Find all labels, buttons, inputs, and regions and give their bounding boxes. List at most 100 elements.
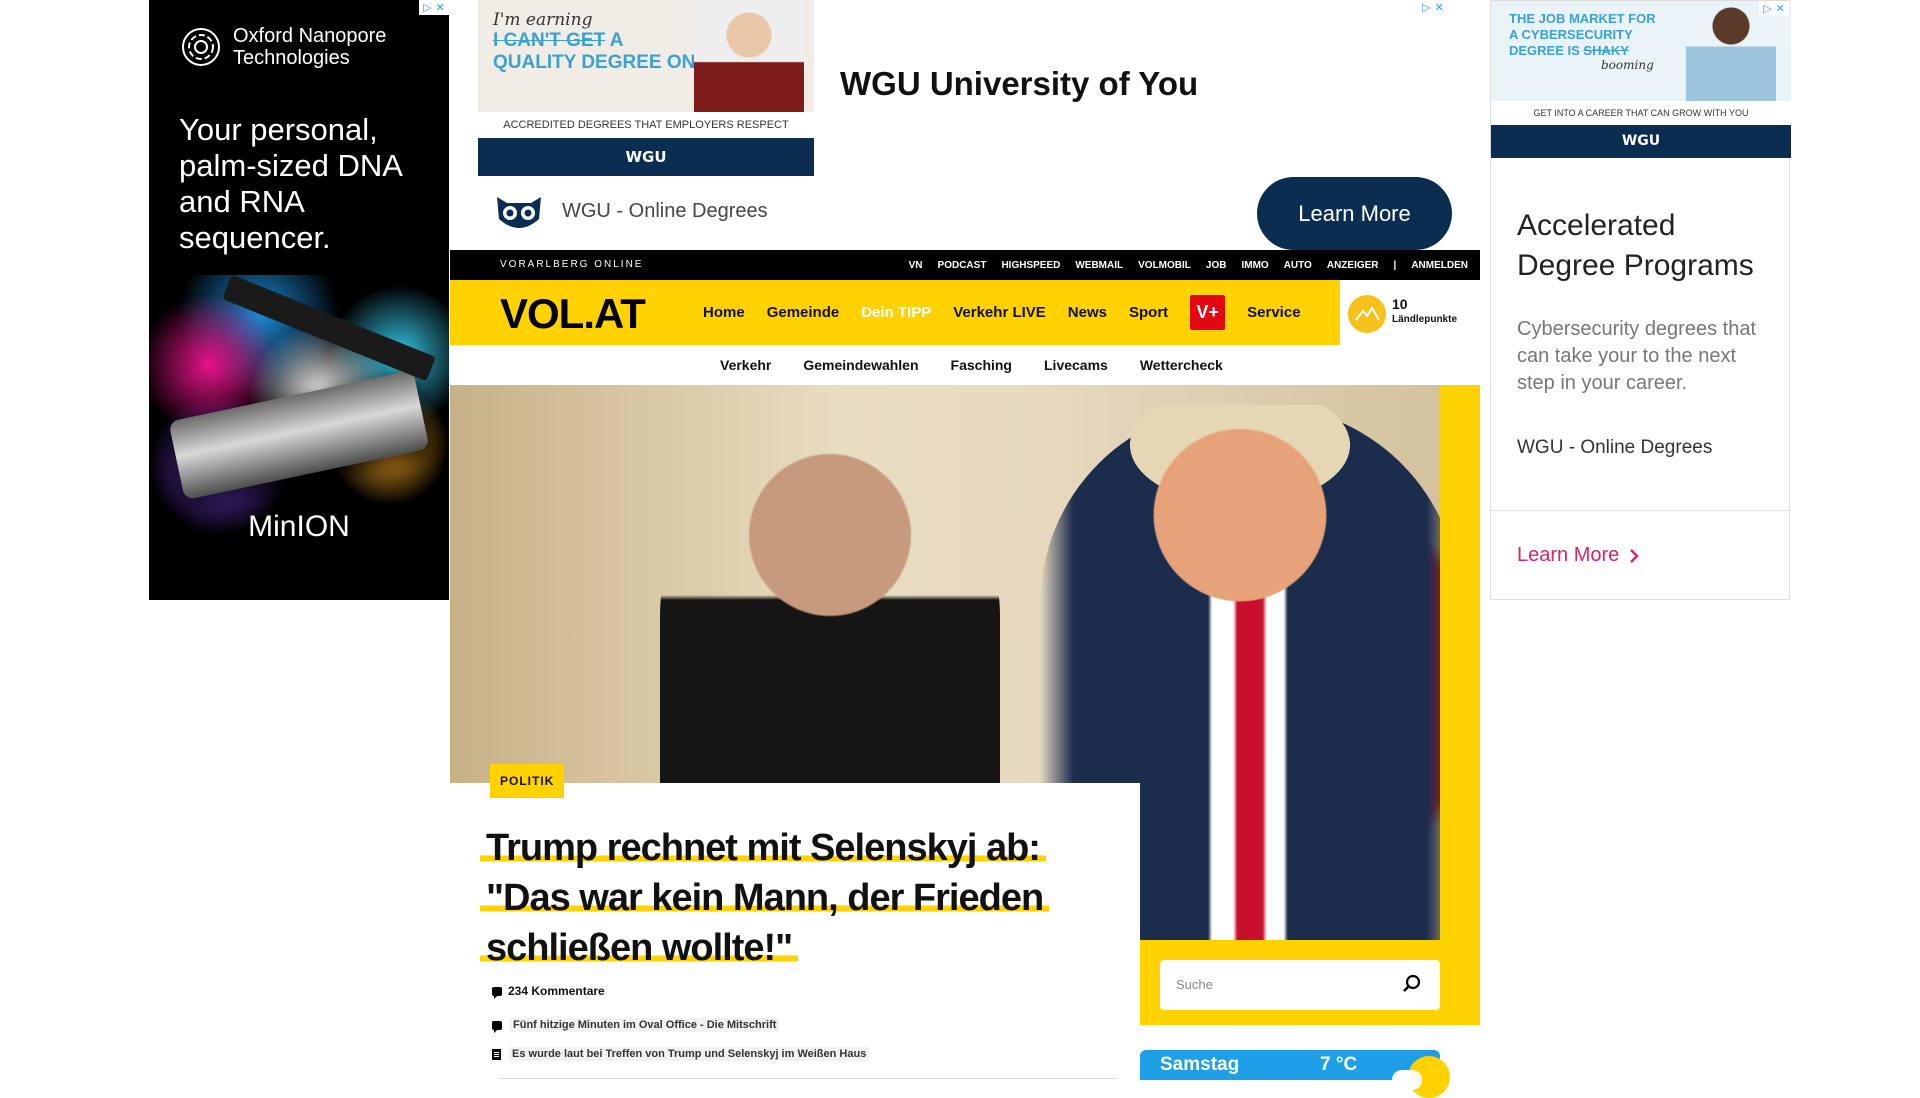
ad-creative-image[interactable]: THE JOB MARKET FOR A CYBERSECURITY DEGRE… <box>1491 1 1791 158</box>
ad-divider <box>1491 510 1789 511</box>
creative-getinto: GET INTO A CAREER THAT CAN GROW WITH YOU <box>1491 101 1791 125</box>
weather-widget[interactable]: Samstag 7 °C <box>1140 1050 1450 1098</box>
sub-nav-items: Verkehr Gemeindewahlen Fasching Livecams… <box>720 345 1223 385</box>
nav-item-dein-tipp[interactable]: Dein TIPP <box>861 304 931 321</box>
site-name[interactable]: VORARLBERG ONLINE <box>500 250 643 280</box>
site-top-bar: VORARLBERG ONLINE VN PODCAST HIGHSPEED W… <box>450 250 1480 280</box>
document-icon <box>492 1048 501 1060</box>
comments-count: 234 Kommentare <box>508 984 605 998</box>
learn-more-link[interactable]: Learn More <box>1517 544 1640 567</box>
creative-accredited: ACCREDITED DEGREES THAT EMPLOYERS RESPEC… <box>478 112 814 138</box>
ad-brand-line1: Oxford Nanopore <box>233 25 387 47</box>
points-value: 10 <box>1392 296 1408 312</box>
sequencer-lid <box>222 274 436 382</box>
ad-description: Cybersecurity degrees that can take your… <box>1517 318 1757 394</box>
top-link-auto[interactable]: AUTO <box>1284 260 1312 271</box>
top-link-volmobil[interactable]: VOLMOBIL <box>1138 260 1191 271</box>
top-link-anzeiger[interactable]: ANZEIGER <box>1327 260 1379 271</box>
article-title[interactable]: Trump rechnet mit Selenskyj ab: "Das war… <box>480 823 1130 973</box>
nav-item-sport[interactable]: Sport <box>1129 304 1168 321</box>
related-link-text: Fünf hitzige Minuten im Oval Office - Di… <box>510 1018 780 1032</box>
ad-advertiser: WGU - Online Degrees <box>1517 437 1713 458</box>
ad-creative-image[interactable]: I'm earning I CAN'T GET A QUALITY DEGREE… <box>478 0 814 176</box>
sub-nav: Verkehr Gemeindewahlen Fasching Livecams… <box>450 345 1480 385</box>
creative-struck: SHAKY <box>1583 43 1629 58</box>
oxford-nanopore-logo-icon <box>182 28 220 66</box>
ad-tagline: Your personal, palm-sized DNA and RNA se… <box>179 112 402 255</box>
ad-product-name: MinION <box>248 510 350 543</box>
creative-text: THE JOB MARKET FOR A CYBERSECURITY DEGRE… <box>1509 11 1659 59</box>
owl-logo-icon <box>497 197 541 228</box>
top-ad-wgu[interactable]: I'm earning I CAN'T GET A QUALITY DEGREE… <box>450 0 1452 250</box>
top-link-webmail[interactable]: WEBMAIL <box>1075 260 1123 271</box>
subnav-item-fasching[interactable]: Fasching <box>951 357 1012 373</box>
comments-link[interactable]: 234 Kommentare <box>492 984 605 999</box>
related-link-text: Es wurde laut bei Treffen von Trump und … <box>509 1047 870 1061</box>
article-divider <box>498 1078 1118 1079</box>
nav-item-home[interactable]: Home <box>703 304 745 321</box>
title-line-3: schließen wollte!" <box>480 927 799 969</box>
weather-temp: 7 °C <box>1320 1054 1358 1075</box>
comment-icon <box>492 1020 502 1033</box>
top-link-vn[interactable]: VN <box>909 260 923 271</box>
nav-item-service[interactable]: Service <box>1247 304 1300 321</box>
top-links: VN PODCAST HIGHSPEED WEBMAIL VOLMOBIL JO… <box>909 250 1468 280</box>
mountain-icon <box>1348 295 1386 333</box>
ad-choices-icon[interactable]: ▷ ✕ <box>419 0 449 15</box>
title-line-2: "Das war kein Mann, der Frieden <box>480 877 1050 919</box>
learn-more-label: Learn More <box>1517 544 1620 566</box>
ad-headline[interactable]: Accelerated Degree Programs <box>1517 206 1777 286</box>
top-link-highspeed[interactable]: HIGHSPEED <box>1001 260 1060 271</box>
ad-choices-icon[interactable]: ▷ ✕ <box>1759 1 1789 16</box>
subnav-item-livecams[interactable]: Livecams <box>1044 357 1108 373</box>
top-link-separator: | <box>1393 259 1397 271</box>
ad-brand-line2: Technologies <box>233 47 350 69</box>
subnav-item-wettercheck[interactable]: Wettercheck <box>1140 357 1223 373</box>
lead-article[interactable]: POLITIK Trump rechnet mit Selenskyj ab: … <box>450 764 1140 1083</box>
creative-struck-line: I CAN'T GET A <box>493 30 623 52</box>
related-link-1[interactable]: Fünf hitzige Minuten im Oval Office - Di… <box>492 1018 780 1033</box>
top-link-immo[interactable]: IMMO <box>1241 260 1268 271</box>
main-nav: VOL.AT Home Gemeinde Dein TIPP Verkehr L… <box>450 280 1340 345</box>
creative-struck-text: I CAN'T GET <box>493 30 606 51</box>
ad-brand: Oxford Nanopore Technologies <box>179 25 386 69</box>
right-ad-wgu[interactable]: THE JOB MARKET FOR A CYBERSECURITY DEGRE… <box>1490 0 1791 600</box>
creative-person <box>694 0 804 112</box>
top-link-job[interactable]: JOB <box>1206 260 1227 271</box>
top-link-podcast[interactable]: PODCAST <box>938 260 987 271</box>
ad-choices-icon[interactable]: ▷ ✕ <box>1418 0 1448 15</box>
ad-headline[interactable]: WGU University of You <box>840 65 1198 103</box>
nav-item-vplus[interactable]: V+ <box>1190 295 1226 330</box>
subnav-item-gemeindewahlen[interactable]: Gemeindewahlen <box>803 357 918 373</box>
cloud-icon <box>1392 1070 1422 1090</box>
sequencer-device <box>168 369 430 501</box>
creative-earning: I'm earning <box>493 10 593 30</box>
ad-advertiser: WGU - Online Degrees <box>562 200 768 222</box>
laendlepunkte-widget[interactable]: 10 Ländlepunkte <box>1340 280 1480 345</box>
site-logo[interactable]: VOL.AT <box>500 290 646 338</box>
learn-more-button[interactable]: Learn More <box>1257 177 1452 250</box>
left-ad-oxford-nanopore[interactable]: ▷ ✕ Oxford Nanopore Technologies Your per… <box>149 0 449 600</box>
search-icon[interactable] <box>1402 974 1422 994</box>
related-link-2[interactable]: Es wurde laut bei Treffen von Trump und … <box>492 1047 870 1061</box>
weather-day: Samstag <box>1160 1054 1240 1075</box>
creative-person <box>1686 1 1776 101</box>
nav-item-gemeinde[interactable]: Gemeinde <box>767 304 840 321</box>
creative-a: A <box>605 30 624 51</box>
subnav-item-verkehr[interactable]: Verkehr <box>720 357 771 373</box>
title-line-1: Trump rechnet mit Selenskyj ab: <box>480 827 1046 869</box>
comment-icon <box>492 986 502 999</box>
nav-item-verkehr-live[interactable]: Verkehr LIVE <box>953 304 1046 321</box>
ad-product-image <box>149 274 449 600</box>
search-input[interactable]: Suche <box>1176 960 1213 1010</box>
search-box[interactable]: Suche <box>1160 960 1440 1010</box>
creative-wgu-logo: WGU <box>478 138 814 176</box>
creative-wgu-logo: WGU <box>1491 125 1791 158</box>
login-link[interactable]: ANMELDEN <box>1411 260 1468 271</box>
points-label: Ländlepunkte <box>1392 314 1458 325</box>
category-badge[interactable]: POLITIK <box>490 764 565 798</box>
chevron-right-icon <box>1630 548 1640 563</box>
main-nav-items: Home Gemeinde Dein TIPP Verkehr LIVE New… <box>703 280 1301 345</box>
creative-booming: booming <box>1601 58 1654 72</box>
nav-item-news[interactable]: News <box>1068 304 1107 321</box>
